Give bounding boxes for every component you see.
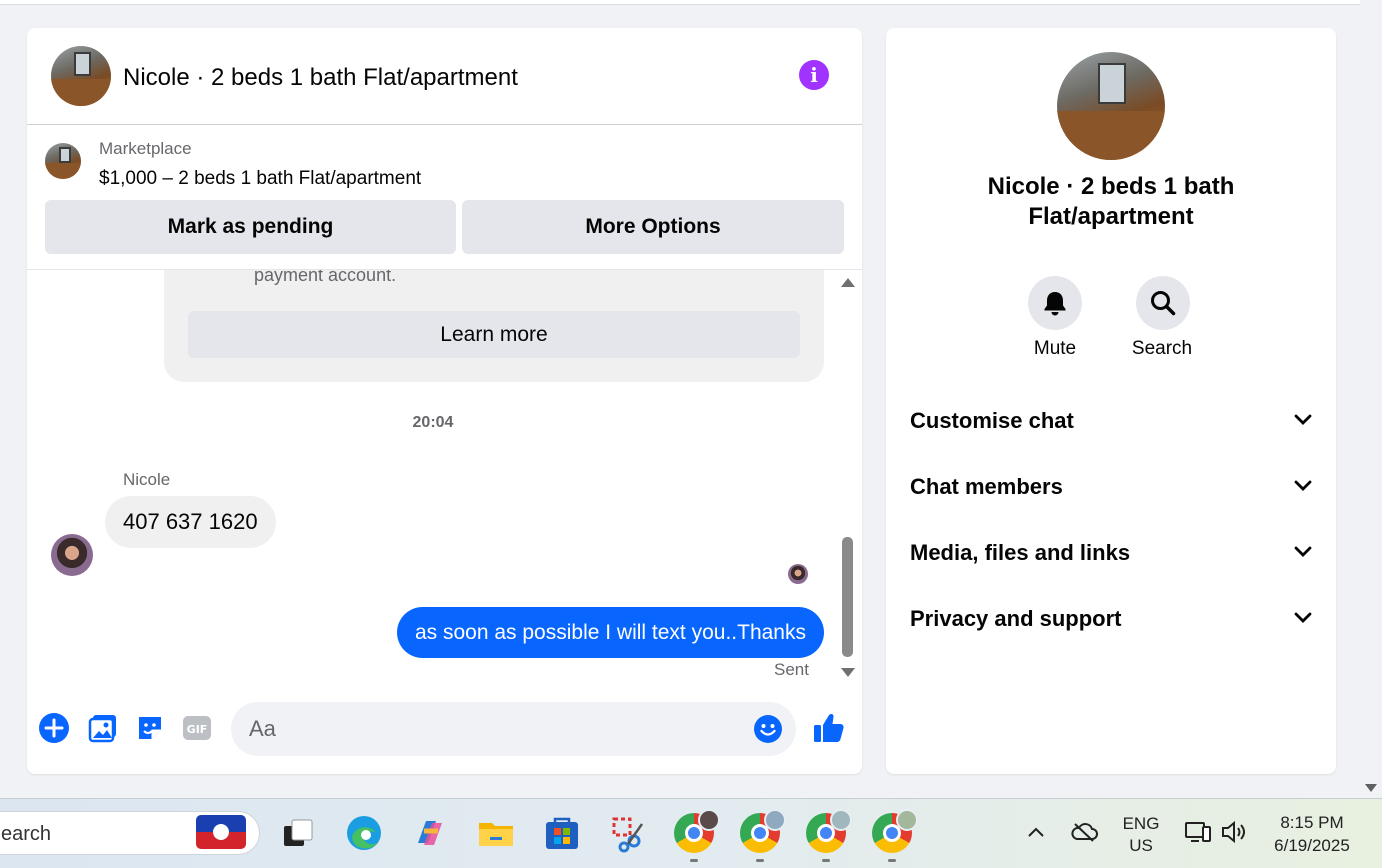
chevron-up-icon[interactable] — [1026, 825, 1046, 839]
message-list[interactable]: payment account. Learn more 20:04 Nicole… — [27, 270, 862, 690]
scroll-down-arrow[interactable] — [1365, 784, 1377, 792]
listing-avatar[interactable] — [51, 46, 111, 106]
chrome-profile-avatar — [896, 809, 918, 831]
language-code: ENG — [1122, 814, 1160, 833]
clock-date: 6/19/2025 — [1274, 836, 1350, 855]
chevron-down-icon — [1294, 546, 1312, 557]
chat-scroll-up-arrow[interactable] — [841, 278, 855, 287]
chat-header: Nicole · 2 beds 1 bath Flat/apartment i — [27, 28, 862, 125]
message-input-box[interactable] — [231, 702, 796, 756]
sticker-icon[interactable] — [134, 712, 166, 744]
svg-text:GIF: GIF — [187, 723, 208, 736]
section-customise-chat[interactable]: Customise chat — [910, 401, 1312, 441]
chat-title[interactable]: Nicole · 2 beds 1 bath Flat/apartment — [123, 64, 518, 92]
info-card: payment account. Learn more — [164, 270, 824, 382]
app-running-indicator — [822, 859, 830, 862]
info-icon[interactable]: i — [799, 60, 829, 90]
chrome-profile-avatar — [698, 809, 720, 831]
section-label: Privacy and support — [910, 606, 1122, 631]
marketplace-listing-bar: Marketplace $1,000 – 2 beds 1 bath Flat/… — [27, 125, 862, 270]
incoming-message[interactable]: 407 637 1620 — [105, 496, 276, 548]
section-chat-members[interactable]: Chat members — [910, 467, 1312, 507]
profile-title-line1: Nicole · 2 beds 1 bath — [987, 173, 1235, 200]
onedrive-cloud-icon[interactable] — [1070, 821, 1098, 843]
marketplace-label: Marketplace — [99, 139, 192, 158]
chevron-down-icon — [1294, 612, 1312, 623]
photo-icon[interactable] — [87, 712, 119, 744]
app-running-indicator — [888, 859, 896, 862]
windows-taskbar: earch ENG US 8:15 PM 6/19/2025 — [0, 798, 1382, 868]
search-button[interactable] — [1136, 276, 1190, 330]
browser-top-edge — [0, 0, 1360, 5]
task-view-icon[interactable] — [278, 813, 318, 853]
read-receipt-avatar — [788, 564, 808, 584]
chrome-profile-avatar — [764, 809, 786, 831]
copilot-icon[interactable] — [410, 813, 450, 853]
clock-time: 8:15 PM — [1280, 813, 1344, 832]
chat-info-panel: Nicole · 2 beds 1 bath Flat/apartment Mu… — [886, 28, 1336, 774]
chat-panel: Nicole · 2 beds 1 bath Flat/apartment i … — [27, 28, 862, 774]
taskbar-search-text: earch — [1, 823, 52, 845]
mute-label: Mute — [1033, 338, 1077, 359]
clock[interactable]: 8:15 PM 6/19/2025 — [1262, 811, 1362, 857]
listing-price-title[interactable]: $1,000 – 2 beds 1 bath Flat/apartment — [99, 168, 421, 190]
plus-icon[interactable] — [38, 712, 70, 744]
chrome-profile-avatar — [830, 809, 852, 831]
message-timestamp: 20:04 — [412, 414, 454, 431]
snipping-tool-icon[interactable] — [608, 813, 648, 853]
thumbs-up-icon[interactable] — [811, 710, 847, 746]
learn-more-button[interactable]: Learn more — [188, 311, 800, 358]
edge-icon[interactable] — [344, 813, 384, 853]
search-label: Search — [1131, 338, 1193, 359]
microsoft-store-icon[interactable] — [542, 813, 582, 853]
message-input[interactable] — [249, 702, 749, 756]
sender-avatar[interactable] — [51, 534, 93, 576]
region-code: US — [1129, 836, 1153, 855]
app-running-indicator — [756, 859, 764, 862]
search-icon — [1151, 291, 1176, 316]
emoji-icon[interactable] — [753, 714, 783, 744]
outgoing-message[interactable]: as soon as possible I will text you..Tha… — [396, 607, 824, 658]
file-explorer-icon[interactable] — [476, 813, 516, 853]
chevron-down-icon — [1294, 480, 1312, 491]
profile-title-line2: Flat/apartment — [1028, 203, 1194, 230]
listing-thumbnail[interactable] — [45, 143, 81, 179]
profile-title: Nicole · 2 beds 1 bath Flat/apartment — [886, 172, 1336, 232]
mark-as-pending-button[interactable]: Mark as pending — [45, 200, 456, 254]
gif-icon[interactable]: GIF — [181, 712, 213, 744]
chevron-down-icon — [1294, 414, 1312, 425]
network-icon[interactable] — [1184, 819, 1212, 845]
composer: GIF — [27, 690, 862, 774]
chat-scroll-down-arrow[interactable] — [841, 668, 855, 677]
app-running-indicator — [690, 859, 698, 862]
section-privacy-support[interactable]: Privacy and support — [910, 599, 1312, 639]
info-card-text: payment account. — [254, 270, 397, 285]
language-indicator[interactable]: ENG US — [1118, 813, 1164, 857]
chat-scrollbar-thumb[interactable] — [842, 537, 853, 657]
section-label: Chat members — [910, 474, 1063, 499]
section-label: Customise chat — [910, 408, 1074, 433]
sender-name: Nicole — [123, 470, 171, 489]
volume-icon[interactable] — [1220, 819, 1248, 845]
profile-avatar[interactable] — [1057, 52, 1165, 160]
page-scrollbar[interactable] — [1360, 0, 1382, 798]
more-options-button[interactable]: More Options — [462, 200, 844, 254]
sent-status: Sent — [774, 660, 809, 679]
mute-button[interactable] — [1028, 276, 1082, 330]
section-label: Media, files and links — [910, 540, 1131, 565]
section-media-files-links[interactable]: Media, files and links — [910, 533, 1312, 573]
bell-icon — [1044, 292, 1066, 316]
search-highlight-flag-icon[interactable] — [196, 815, 246, 849]
